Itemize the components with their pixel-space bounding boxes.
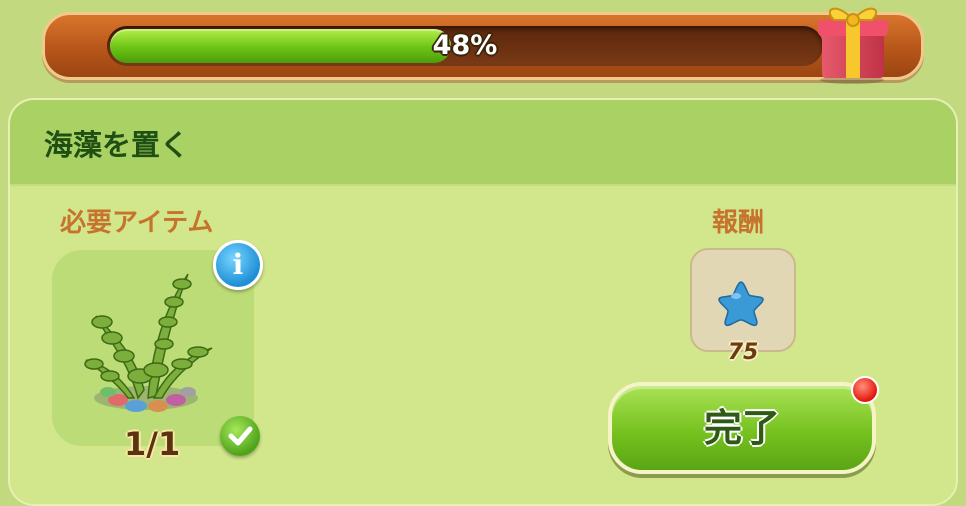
- progress-track: 48%: [107, 26, 823, 66]
- blue-star-icon: [716, 278, 766, 328]
- required-items-label: 必要アイテム: [60, 208, 214, 238]
- reward-label: 報酬: [712, 208, 765, 238]
- task-title: 海藻を置く: [44, 128, 190, 162]
- progress-percent-text: 48%: [432, 30, 498, 61]
- required-item-count: 1/1: [124, 425, 181, 463]
- task-header: 海藻を置く: [10, 100, 956, 186]
- complete-button[interactable]: 完了: [608, 382, 876, 474]
- checkmark-icon: [220, 416, 260, 456]
- complete-button-label: 完了: [703, 406, 780, 450]
- progress-bar: 48%: [42, 12, 924, 80]
- reward-amount: 75: [727, 340, 759, 365]
- notification-badge: [851, 376, 879, 404]
- info-icon[interactable]: i: [213, 240, 263, 290]
- seaweed-icon: [78, 260, 224, 420]
- gift-box-icon[interactable]: [812, 0, 892, 84]
